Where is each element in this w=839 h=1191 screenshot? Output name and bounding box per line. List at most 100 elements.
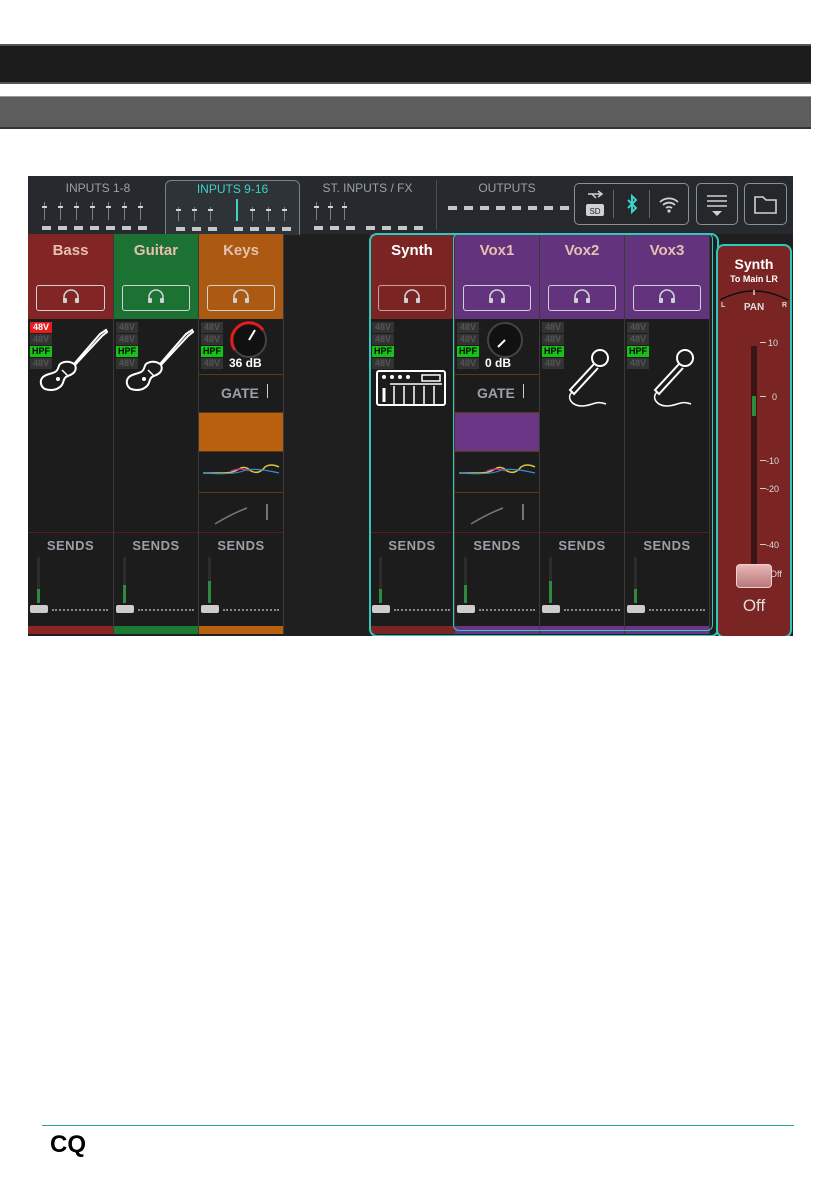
eq-section[interactable] — [455, 451, 539, 492]
usb-sd-icon[interactable]: SD — [578, 186, 612, 222]
scale-label: 10 — [768, 338, 779, 348]
channel-badges: 48V 48V HPF 48V — [372, 322, 394, 370]
channel-name[interactable]: Vox1 — [455, 234, 539, 284]
headphones-icon — [572, 288, 592, 309]
send-fader[interactable] — [372, 605, 390, 613]
send-meter — [208, 557, 211, 603]
send-fader[interactable] — [116, 605, 134, 613]
sends-label: SENDS — [388, 538, 436, 553]
sends-section[interactable]: SENDS — [28, 532, 113, 625]
dynamics-section[interactable] — [199, 492, 283, 533]
wifi-icon[interactable] — [658, 195, 680, 215]
tab-inputs-9-16[interactable]: INPUTS 9-16 — [165, 180, 300, 235]
channel-strip-synth[interactable]: Synth 48V 48V HPF 48V SENDS — [370, 234, 455, 634]
tab-label: INPUTS 9-16 — [196, 182, 269, 196]
tab-dashes — [444, 206, 570, 210]
fader-scale: 10 0 -10 -20 -40 Off — [760, 338, 790, 579]
fader-track[interactable] — [751, 346, 757, 576]
send-dots — [138, 609, 194, 611]
channel-name[interactable]: Bass — [28, 234, 113, 284]
headphones-icon — [402, 288, 422, 309]
microphone-icon — [641, 346, 701, 415]
channel-strip-vox3[interactable]: Vox3 48V 48V HPF 48V SENDS — [625, 234, 710, 634]
channel-strip-bass[interactable]: Bass 48V 48V HPF 48V SENDS — [28, 234, 114, 634]
tab-dashes — [172, 227, 293, 231]
sends-section[interactable]: SENDS — [625, 532, 709, 625]
sends-section[interactable]: SENDS — [455, 532, 539, 625]
microphone-icon — [556, 346, 616, 415]
sends-section[interactable]: SENDS — [114, 532, 198, 625]
sends-label: SENDS — [46, 538, 95, 553]
channel-name[interactable]: Synth — [370, 234, 454, 284]
subheader-bar — [0, 96, 811, 129]
send-dots — [223, 609, 279, 611]
keyboard-icon — [376, 370, 446, 411]
tab-inputs-1-8[interactable]: INPUTS 1-8 — [32, 180, 164, 234]
cue-button[interactable] — [548, 285, 616, 311]
cue-button[interactable] — [463, 285, 531, 311]
channel-strip-keys[interactable]: Keys 48V 48V HPF 48V 36 dB GATE SENDS — [199, 234, 284, 634]
badge: 48V — [372, 322, 394, 333]
pan-control[interactable]: L PAN R — [718, 286, 790, 318]
sends-label: SENDS — [643, 538, 691, 553]
sends-section[interactable]: SENDS — [370, 532, 454, 625]
send-fader[interactable] — [542, 605, 560, 613]
channel-name[interactable]: Keys — [199, 234, 283, 284]
channel-name[interactable]: Guitar — [114, 234, 198, 284]
badge: HPF — [457, 346, 479, 357]
strip-color-bar — [455, 626, 539, 634]
headphones-icon — [146, 288, 166, 309]
send-meter — [379, 557, 382, 603]
cue-button[interactable] — [207, 285, 275, 311]
menu-button[interactable] — [696, 183, 738, 225]
cue-button[interactable] — [36, 285, 105, 311]
sends-section[interactable]: SENDS — [199, 532, 283, 625]
bluetooth-icon[interactable] — [622, 194, 642, 214]
master-name: Synth — [734, 256, 774, 272]
svg-text:SD: SD — [589, 207, 600, 216]
dynamics-curve-icon — [470, 504, 524, 525]
master-fader-value: Off — [742, 596, 766, 615]
send-fader[interactable] — [627, 605, 645, 613]
gate-section[interactable]: GATE — [199, 374, 283, 411]
send-fader[interactable] — [457, 605, 475, 613]
scale-label: 0 — [772, 392, 778, 402]
mixer-screenshot: INPUTS 1-8 INPUTS 9-16 ST. INPUTS / FX O… — [28, 176, 793, 636]
cue-button[interactable] — [633, 285, 701, 311]
channel-name[interactable]: Vox2 — [540, 234, 624, 284]
channel-strip-guitar[interactable]: Guitar 48V 48V HPF 48V SENDS — [114, 234, 199, 634]
dynamics-section[interactable] — [455, 492, 539, 533]
compressor-section[interactable] — [199, 412, 283, 451]
badge: 48V — [201, 334, 223, 345]
badge: 48V — [201, 322, 223, 333]
top-nav: INPUTS 1-8 INPUTS 9-16 ST. INPUTS / FX O… — [28, 176, 793, 235]
footer-logo: CQ — [50, 1131, 86, 1158]
send-fader[interactable] — [30, 605, 48, 613]
channel-strip-vox2[interactable]: Vox2 48V 48V HPF 48V SENDS — [540, 234, 625, 634]
channel-name[interactable]: Vox3 — [625, 234, 709, 284]
cue-button[interactable] — [122, 285, 190, 311]
badge: 48V — [201, 358, 223, 369]
folder-button[interactable] — [744, 183, 787, 225]
tab-label: INPUTS 1-8 — [65, 181, 131, 195]
tab-st-inputs-fx[interactable]: ST. INPUTS / FX — [300, 180, 435, 234]
tab-label: OUTPUTS — [478, 181, 536, 195]
scale-label: -20 — [766, 484, 780, 494]
sends-label: SENDS — [217, 538, 265, 553]
master-fader-cap[interactable] — [736, 564, 772, 588]
channel-strip-vox1[interactable]: Vox1 48V 48V HPF 48V 0 dB GATE SENDS — [455, 234, 540, 634]
gate-label: GATE — [221, 385, 259, 401]
gate-section[interactable]: GATE — [455, 374, 539, 411]
badge: 48V — [627, 334, 649, 345]
compressor-section[interactable] — [455, 412, 539, 451]
send-dots — [52, 609, 108, 611]
send-dots — [479, 609, 535, 611]
tab-outputs[interactable]: OUTPUTS — [438, 180, 576, 234]
cue-button[interactable] — [378, 285, 446, 311]
eq-section[interactable] — [199, 451, 283, 492]
bass-guitar-icon — [32, 324, 112, 399]
sends-label: SENDS — [473, 538, 521, 553]
sends-section[interactable]: SENDS — [540, 532, 624, 625]
badge: 48V — [372, 358, 394, 369]
send-fader[interactable] — [201, 605, 219, 613]
